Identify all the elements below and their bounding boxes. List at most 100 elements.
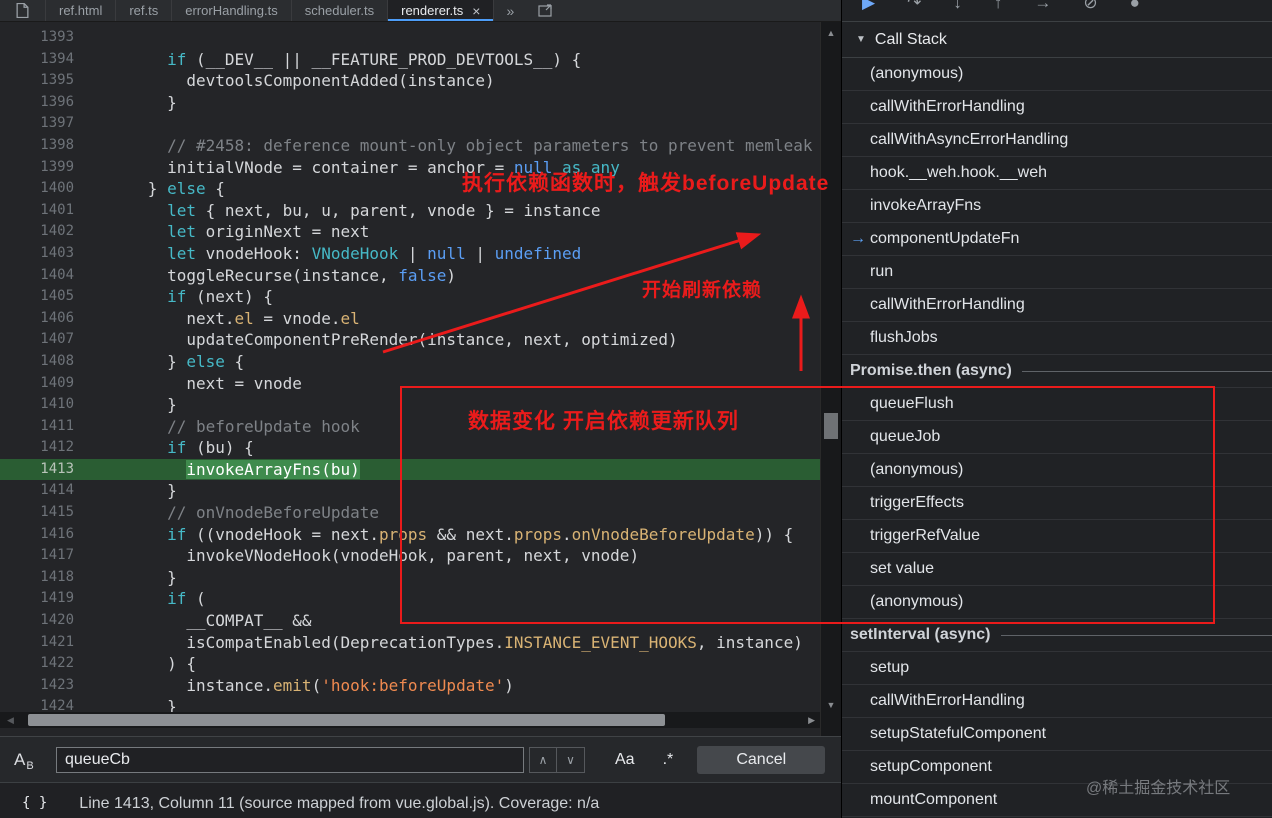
line-number[interactable]: 1407: [0, 329, 74, 351]
code-line[interactable]: 1396 }: [0, 92, 820, 114]
callstack-frame[interactable]: callWithErrorHandling: [842, 685, 1272, 718]
search-next-button[interactable]: ∨: [557, 746, 585, 773]
line-number[interactable]: 1406: [0, 308, 74, 330]
code-line[interactable]: 1408 } else {: [0, 351, 820, 373]
line-number[interactable]: 1402: [0, 221, 74, 243]
line-number[interactable]: 1423: [0, 675, 74, 697]
callstack-frame[interactable]: callWithAsyncErrorHandling: [842, 124, 1272, 157]
line-number[interactable]: 1408: [0, 351, 74, 373]
line-number[interactable]: 1399: [0, 157, 74, 179]
callstack-frame[interactable]: callWithErrorHandling: [842, 289, 1272, 322]
code-line[interactable]: 1404 toggleRecurse(instance, false): [0, 265, 820, 287]
more-tabs-icon[interactable]: »: [494, 0, 526, 21]
line-number[interactable]: 1420: [0, 610, 74, 632]
callstack-frame[interactable]: queueJob: [842, 421, 1272, 454]
code-line[interactable]: 1398 // #2458: deference mount-only obje…: [0, 135, 820, 157]
line-number[interactable]: 1394: [0, 49, 74, 71]
code-line[interactable]: 1395 devtoolsComponentAdded(instance): [0, 70, 820, 92]
code-line[interactable]: 1414 }: [0, 480, 820, 502]
code-line[interactable]: 1406 next.el = vnode.el: [0, 308, 820, 330]
code-line[interactable]: 1405 if (next) {: [0, 286, 820, 308]
navigator-toggle-icon[interactable]: [0, 0, 46, 21]
line-number[interactable]: 1404: [0, 265, 74, 287]
callstack-frame[interactable]: (anonymous): [842, 58, 1272, 91]
line-number[interactable]: 1410: [0, 394, 74, 416]
code-line[interactable]: 1421 isCompatEnabled(DeprecationTypes.IN…: [0, 632, 820, 654]
code-line[interactable]: 1416 if ((vnodeHook = next.props && next…: [0, 524, 820, 546]
code-line[interactable]: 1400 } else {: [0, 178, 820, 200]
tab-renderer.ts[interactable]: renderer.ts ×: [388, 0, 495, 21]
line-number[interactable]: 1416: [0, 524, 74, 546]
scroll-up-arrow[interactable]: ▲: [821, 28, 841, 38]
code-line[interactable]: 1397: [0, 113, 820, 135]
line-number[interactable]: 1400: [0, 178, 74, 200]
code-line[interactable]: 1419 if (: [0, 588, 820, 610]
code-line[interactable]: 1415 // onVnodeBeforeUpdate: [0, 502, 820, 524]
step-into-button[interactable]: ↓: [953, 0, 962, 14]
line-number[interactable]: 1397: [0, 113, 74, 135]
code-line[interactable]: 1418 }: [0, 567, 820, 589]
line-number[interactable]: 1405: [0, 286, 74, 308]
line-number[interactable]: 1421: [0, 632, 74, 654]
pretty-print-button[interactable]: { }: [22, 795, 47, 811]
code-line[interactable]: 1417 invokeVNodeHook(vnodeHook, parent, …: [0, 545, 820, 567]
line-number[interactable]: 1419: [0, 588, 74, 610]
tab-scheduler.ts[interactable]: scheduler.ts: [292, 0, 389, 21]
code-line[interactable]: 1399 initialVNode = container = anchor =…: [0, 157, 820, 179]
callstack-frame[interactable]: queueFlush: [842, 388, 1272, 421]
code-line[interactable]: 1423 instance.emit('hook:beforeUpdate'): [0, 675, 820, 697]
code-line[interactable]: 1410 }: [0, 394, 820, 416]
resume-button[interactable]: ▶: [862, 0, 875, 14]
callstack-frame[interactable]: (anonymous): [842, 454, 1272, 487]
code-line[interactable]: 1393: [0, 27, 820, 49]
regex-toggle[interactable]: .*: [663, 751, 674, 769]
horizontal-scroll-thumb[interactable]: [28, 714, 665, 726]
search-input[interactable]: [56, 746, 524, 773]
match-case-toggle[interactable]: Aa: [615, 751, 635, 769]
callstack-frame[interactable]: Promise.then (async): [842, 355, 1272, 388]
code-line[interactable]: 1401 let { next, bu, u, parent, vnode } …: [0, 200, 820, 222]
callstack-frame[interactable]: setInterval (async): [842, 619, 1272, 652]
scroll-right-arrow[interactable]: ▶: [808, 715, 815, 726]
line-number[interactable]: 1418: [0, 567, 74, 589]
callstack-frame[interactable]: (anonymous): [842, 586, 1272, 619]
code-line[interactable]: 1422 ) {: [0, 653, 820, 675]
search-previous-button[interactable]: ∧: [529, 746, 557, 773]
code-line[interactable]: 1409 next = vnode: [0, 373, 820, 395]
line-number[interactable]: 1401: [0, 200, 74, 222]
line-number[interactable]: 1393: [0, 27, 74, 49]
cancel-button[interactable]: Cancel: [697, 745, 826, 774]
step-over-button[interactable]: ↷: [907, 0, 921, 14]
vertical-scroll-thumb[interactable]: [824, 413, 838, 439]
callstack-frame[interactable]: hook.__weh.hook.__weh: [842, 157, 1272, 190]
line-number[interactable]: 1413: [0, 459, 74, 481]
line-number[interactable]: 1409: [0, 373, 74, 395]
callstack-frame[interactable]: setupStatefulComponent: [842, 718, 1272, 751]
callstack-frame[interactable]: run: [842, 256, 1272, 289]
line-number[interactable]: 1414: [0, 480, 74, 502]
deactivate-breakpoints-button[interactable]: ⊘: [1083, 0, 1097, 14]
line-number[interactable]: 1422: [0, 653, 74, 675]
code-line[interactable]: 1407 updateComponentPreRender(instance, …: [0, 329, 820, 351]
callstack-frame[interactable]: invokeArrayFns: [842, 190, 1272, 223]
tab-errorHandling.ts[interactable]: errorHandling.ts: [172, 0, 292, 21]
pause-on-exceptions-button[interactable]: ●: [1130, 0, 1140, 14]
code-line[interactable]: 1413 invokeArrayFns(bu): [0, 458, 820, 481]
code-line[interactable]: 1412 if (bu) {: [0, 437, 820, 459]
step-out-button[interactable]: ↑: [994, 0, 1003, 14]
callstack-frame[interactable]: callWithErrorHandling: [842, 91, 1272, 124]
code-line[interactable]: 1411 // beforeUpdate hook: [0, 416, 820, 438]
code-line[interactable]: 1420 __COMPAT__ &&: [0, 610, 820, 632]
code-line[interactable]: 1394 if (__DEV__ || __FEATURE_PROD_DEVTO…: [0, 49, 820, 71]
tab-actions-icon[interactable]: [526, 0, 565, 21]
line-number[interactable]: 1398: [0, 135, 74, 157]
line-number[interactable]: 1412: [0, 437, 74, 459]
callstack-frame[interactable]: mountComponent: [842, 784, 1272, 817]
callstack-frame[interactable]: triggerRefValue: [842, 520, 1272, 553]
scroll-down-arrow[interactable]: ▼: [821, 700, 841, 710]
tab-close-icon[interactable]: ×: [472, 3, 480, 19]
vertical-scrollbar[interactable]: ▲ ▼: [820, 22, 841, 736]
line-number[interactable]: 1395: [0, 70, 74, 92]
code-line[interactable]: 1403 let vnodeHook: VNodeHook | null | u…: [0, 243, 820, 265]
line-number[interactable]: 1396: [0, 92, 74, 114]
